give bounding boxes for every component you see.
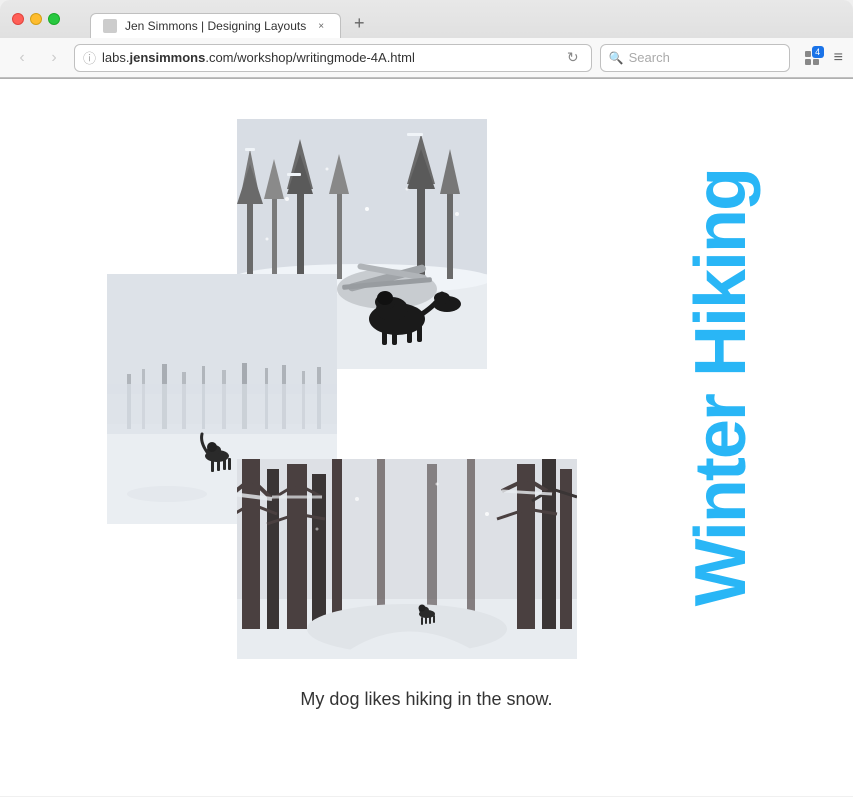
- minimize-button[interactable]: [30, 13, 42, 25]
- extensions-button[interactable]: 4: [798, 44, 826, 72]
- address-bar: ‹ › ⓘ labs.jensimmons.com/workshop/writi…: [0, 38, 853, 78]
- tab-favicon: [103, 19, 117, 33]
- maximize-button[interactable]: [48, 13, 60, 25]
- page-title: Winter Hiking: [685, 169, 757, 606]
- search-icon: 🔍: [609, 51, 624, 65]
- new-tab-button[interactable]: +: [345, 9, 373, 37]
- layout-container: Winter Hiking My dog likes hiking in the…: [107, 119, 747, 710]
- address-bar-input[interactable]: ⓘ labs.jensimmons.com/workshop/writingmo…: [74, 44, 592, 72]
- search-placeholder: Search: [629, 50, 670, 65]
- title-bar: Jen Simmons | Designing Layouts × +: [0, 0, 853, 38]
- tab-close-button[interactable]: ×: [314, 19, 328, 33]
- menu-button[interactable]: ≡: [834, 49, 843, 67]
- window-controls: [12, 13, 60, 25]
- browser-chrome: Jen Simmons | Designing Layouts × + ‹ › …: [0, 0, 853, 79]
- photo-grid: Winter Hiking: [107, 119, 747, 679]
- info-icon: ⓘ: [83, 48, 96, 67]
- tab-title: Jen Simmons | Designing Layouts: [125, 19, 306, 33]
- url-display: labs.jensimmons.com/workshop/writingmode…: [102, 50, 557, 65]
- back-button[interactable]: ‹: [10, 46, 34, 70]
- page-content: Winter Hiking My dog likes hiking in the…: [0, 79, 853, 796]
- photo-forest-path: [237, 459, 577, 659]
- forward-button[interactable]: ›: [42, 46, 66, 70]
- close-button[interactable]: [12, 13, 24, 25]
- browser-tab[interactable]: Jen Simmons | Designing Layouts ×: [90, 13, 341, 38]
- tab-bar: Jen Simmons | Designing Layouts × +: [80, 9, 383, 37]
- search-bar[interactable]: 🔍 Search: [600, 44, 790, 72]
- reload-button[interactable]: ↻: [563, 47, 583, 68]
- extensions-badge: 4: [812, 46, 824, 58]
- page-caption: My dog likes hiking in the snow.: [107, 689, 747, 710]
